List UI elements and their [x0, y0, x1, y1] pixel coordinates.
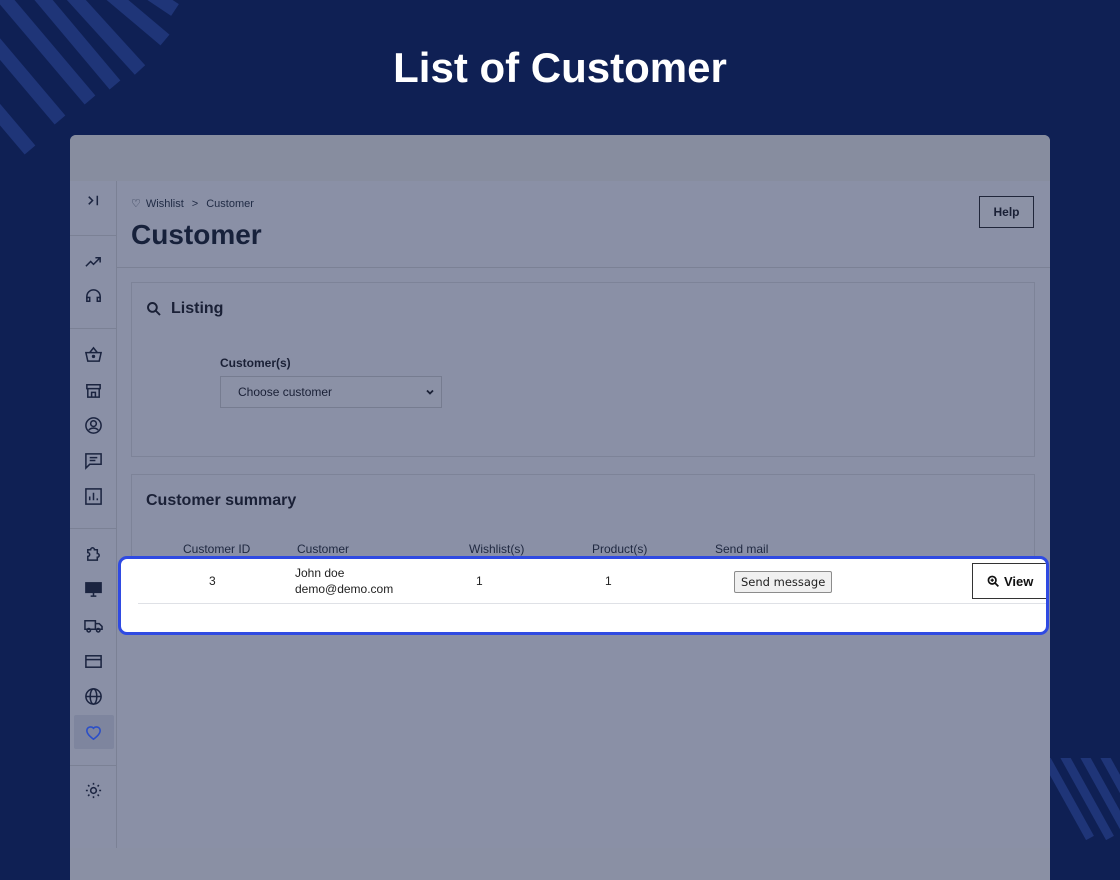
- customer-select-value: Choose customer: [238, 385, 333, 399]
- column-header-customer-id: Customer ID: [183, 542, 251, 556]
- frame-topbar: [70, 135, 1050, 181]
- heart-icon[interactable]: [82, 721, 104, 743]
- decorative-stripes-bottom-right: [1050, 758, 1120, 842]
- column-header-products: Product(s): [592, 542, 648, 556]
- view-button[interactable]: View: [972, 563, 1046, 599]
- payment-icon[interactable]: [82, 650, 104, 672]
- admin-app: ♡ Wishlist > Customer Customer Help List…: [70, 181, 1050, 848]
- screenshot-frame: ♡ Wishlist > Customer Customer Help List…: [70, 135, 1050, 880]
- search-icon: [147, 302, 161, 316]
- breadcrumb-current: Customer: [206, 197, 254, 210]
- stats-icon[interactable]: [82, 485, 104, 507]
- basket-icon[interactable]: [82, 343, 104, 365]
- zoom-in-icon: [987, 575, 999, 587]
- chevron-down-icon: [426, 389, 434, 395]
- message-icon[interactable]: [82, 449, 104, 471]
- listing-title: Listing: [146, 300, 223, 318]
- customer-id-cell: 3: [209, 574, 216, 588]
- listing-card: Listing Customer(s) Choose customer: [131, 282, 1035, 457]
- heart-outline-icon: ♡: [131, 198, 141, 210]
- row-divider: [138, 603, 1046, 604]
- column-header-wishlists: Wishlist(s): [469, 542, 525, 556]
- puzzle-icon[interactable]: [82, 542, 104, 564]
- breadcrumb-separator: >: [191, 197, 199, 210]
- breadcrumb: ♡ Wishlist > Customer: [131, 197, 254, 211]
- listing-title-label: Listing: [171, 300, 224, 317]
- products-cell: 1: [605, 574, 612, 588]
- customer-email-cell: demo@demo.com: [295, 582, 394, 596]
- column-header-send-mail: Send mail: [715, 542, 769, 556]
- view-button-label: View: [1004, 573, 1034, 589]
- expand-icon[interactable]: [82, 189, 104, 211]
- header-divider: [116, 267, 1050, 268]
- customer-name-cell: John doe: [295, 566, 345, 580]
- settings-icon[interactable]: [82, 779, 104, 801]
- page-title: List of Customer: [393, 44, 727, 91]
- summary-title: Customer summary: [146, 492, 297, 509]
- trending-icon[interactable]: [82, 250, 104, 272]
- send-message-button[interactable]: Send message: [734, 571, 833, 593]
- header-title: Customer: [131, 219, 262, 250]
- customer-field-label: Customer(s): [220, 356, 291, 370]
- monitor-icon[interactable]: [82, 578, 104, 600]
- help-button[interactable]: Help: [979, 196, 1034, 228]
- wishlists-cell: 1: [476, 574, 483, 588]
- store-icon[interactable]: [82, 379, 104, 401]
- table-row: 3 John doe demo@demo.com 1 1 Send messag…: [118, 556, 1049, 635]
- customer-icon[interactable]: [82, 414, 104, 436]
- customer-select[interactable]: Choose customer: [220, 376, 442, 408]
- globe-icon[interactable]: [82, 685, 104, 707]
- breadcrumb-parent[interactable]: Wishlist: [146, 198, 184, 210]
- sidebar: [70, 181, 117, 848]
- truck-icon[interactable]: [82, 614, 104, 636]
- support-icon[interactable]: [82, 285, 104, 307]
- frame-bottom: [70, 848, 1050, 880]
- column-header-customer: Customer: [297, 542, 350, 556]
